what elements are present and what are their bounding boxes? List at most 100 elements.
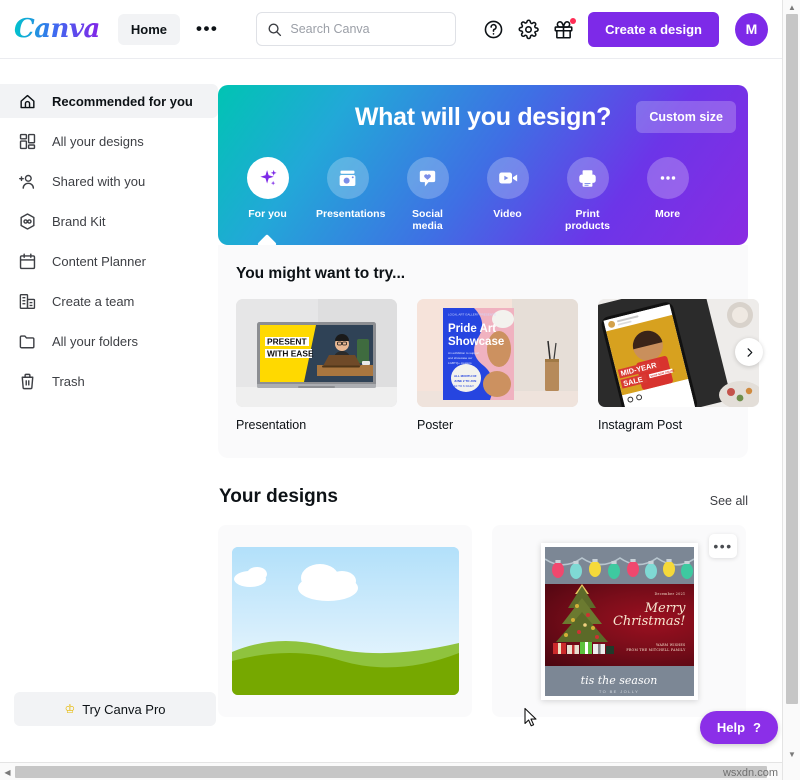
video-camera-icon — [486, 157, 529, 199]
hero-selected-notch — [257, 234, 277, 245]
xmas-greeting-line2: Christmas! — [612, 613, 686, 629]
create-a-design-button[interactable]: Create a design — [588, 11, 719, 47]
add-people-icon — [19, 174, 35, 189]
sidebar-item-create-a-team[interactable]: Create a team — [0, 284, 218, 318]
printer-icon — [566, 157, 609, 199]
trash-icon — [21, 373, 34, 389]
sparkle-icon — [246, 157, 289, 199]
calendar-icon — [19, 253, 36, 269]
sidebar-item-label: Create a team — [52, 293, 135, 309]
brand-hexagon-icon — [20, 212, 35, 230]
xmas-date: December 2021 — [654, 591, 686, 596]
poster-pride-art-thumb: LOCAL ART GALLERY PRESENTS Pride Art Sho… — [417, 299, 578, 407]
xmas-greeting-line1: Merry — [644, 600, 686, 616]
hero-category-list: For you Presentations Social media Video… — [236, 157, 699, 232]
chevron-right-icon — [747, 347, 752, 357]
sidebar-item-label: Trash — [52, 373, 85, 389]
search-input[interactable] — [290, 22, 446, 36]
try-card-label: Presentation — [236, 418, 307, 432]
hero-category-social-media[interactable]: Social media — [396, 157, 459, 232]
svg-text:PRESENT: PRESENT — [267, 337, 307, 347]
sidebar-item-all-your-designs[interactable]: All your designs — [0, 124, 218, 158]
sidebar-item-shared-with-you[interactable]: Shared with you — [0, 164, 218, 198]
try-card-instagram-post[interactable]: MID-YEAR SALE SHOP NOW ONLINE Instagram … — [598, 299, 759, 432]
your-designs-title: Your designs — [219, 486, 338, 507]
avatar[interactable]: M — [735, 12, 768, 46]
xmas-greeting: Merry Christmas! — [613, 602, 686, 628]
home-button[interactable]: Home — [117, 13, 181, 45]
mouse-cursor-pointer — [524, 707, 537, 727]
try-canva-pro-label: Try Canva Pro — [82, 701, 166, 717]
try-card-poster[interactable]: LOCAL ART GALLERY PRESENTS Pride Art Sho… — [417, 299, 578, 432]
design-card-merry-christmas[interactable]: ••• December 2021 Merry Christmas! WARM … — [492, 525, 746, 717]
xmas-footer-line1: tis the season — [580, 673, 658, 687]
gift-icon-wrapper[interactable] — [553, 17, 577, 40]
try-canva-pro-button[interactable]: ♔ Try Canva Pro — [14, 692, 216, 726]
try-card-presentation[interactable]: PRESENT WITH EASE Presentation — [236, 299, 397, 432]
sidebar-item-all-your-folders[interactable]: All your folders — [0, 324, 218, 358]
sidebar-item-label: Shared with you — [52, 173, 146, 189]
svg-text:10 TO 6 DAILY: 10 TO 6 DAILY — [454, 384, 474, 388]
hero-category-video[interactable]: Video — [476, 157, 539, 232]
sidebar-item-label: Content Planner — [52, 253, 146, 269]
hero-category-for-you[interactable]: For you — [236, 157, 299, 232]
horizontal-scrollbar-thumb[interactable] — [15, 766, 767, 778]
xmas-footer-line2: TO BE JOLLY — [598, 688, 640, 694]
sidebar-item-label: All your designs — [52, 133, 144, 149]
hero-category-label: Video — [493, 208, 522, 220]
scroll-down-icon[interactable]: ▼ — [783, 747, 800, 762]
svg-text:and showcase our: and showcase our — [448, 356, 472, 360]
design-card-more-menu-icon[interactable]: ••• — [709, 534, 737, 558]
you-might-want-to-try-section: You might want to try... PRESENT WITH EA… — [218, 245, 763, 458]
sidebar-item-content-planner[interactable]: Content Planner — [0, 244, 218, 278]
carousel-next-button[interactable] — [735, 338, 763, 366]
hero-category-presentations[interactable]: Presentations — [316, 157, 385, 232]
vertical-scrollbar[interactable]: ▲ ▼ — [782, 0, 800, 780]
hero-category-more[interactable]: More — [636, 157, 699, 232]
grid-icon — [19, 133, 36, 149]
help-circle-icon[interactable] — [483, 19, 504, 40]
your-designs-row: ••• December 2021 Merry Christmas! WARM … — [218, 525, 782, 717]
merry-christmas-card-thumbnail: December 2021 Merry Christmas! WARM WISH… — [540, 542, 698, 700]
projector-icon — [326, 157, 369, 199]
building-icon — [19, 293, 36, 309]
nav-more-menu-icon[interactable]: ••• — [186, 18, 228, 40]
ellipsis-icon — [646, 157, 689, 199]
sidebar: Recommended for you All your designs Sha… — [0, 59, 218, 761]
sidebar-item-trash[interactable]: Trash — [0, 364, 218, 398]
sidebar-item-label: All your folders — [52, 333, 138, 349]
scroll-left-icon[interactable]: ◀ — [0, 763, 15, 781]
vertical-scrollbar-thumb[interactable] — [786, 14, 798, 704]
horizontal-scrollbar[interactable]: ◀ — [0, 762, 782, 780]
xmas-card-inner: December 2021 Merry Christmas! WARM WISH… — [544, 546, 694, 696]
main-content: What will you design? Custom size For yo… — [218, 59, 782, 761]
svg-text:Showcase: Showcase — [448, 336, 504, 348]
home-icon — [20, 94, 35, 108]
design-card-landscape-hills[interactable] — [218, 525, 472, 717]
crown-icon: ♔ — [64, 702, 76, 716]
christmas-tree-graphic — [552, 583, 614, 654]
string-lights-graphic — [544, 556, 694, 579]
scroll-up-icon[interactable]: ▲ — [783, 0, 800, 15]
canva-logo[interactable]: Canva — [14, 14, 100, 44]
sidebar-item-label: Recommended for you — [52, 93, 193, 109]
svg-text:Pride Art: Pride Art — [448, 323, 496, 335]
gear-icon[interactable] — [518, 19, 539, 40]
hero-category-label: Social media — [412, 208, 443, 232]
hero-category-print-products[interactable]: Print products — [556, 157, 619, 232]
help-widget-button[interactable]: Help ? — [699, 711, 778, 744]
hero-banner: What will you design? Custom size For yo… — [218, 85, 748, 245]
custom-size-button[interactable]: Custom size — [636, 101, 736, 133]
sidebar-item-brand-kit[interactable]: Brand Kit — [0, 204, 218, 238]
search-icon — [268, 23, 282, 36]
sidebar-item-recommended-for-you[interactable]: Recommended for you — [0, 84, 218, 118]
sidebar-item-label: Brand Kit — [52, 213, 106, 229]
search-bar[interactable] — [256, 12, 457, 46]
svg-text:JUNE 2 TO JUN: JUNE 2 TO JUN — [454, 379, 476, 383]
try-card-row: PRESENT WITH EASE Presentation LOCAL ART… — [236, 299, 759, 432]
svg-text:LGBTQ+ creators: LGBTQ+ creators — [448, 361, 472, 365]
watermark: wsxdn.com — [722, 767, 778, 779]
see-all-link[interactable]: See all — [710, 494, 748, 508]
folder-icon — [19, 334, 35, 348]
xmas-wishes-line2: FROM THE MITCHELL FAMILY — [626, 647, 686, 652]
